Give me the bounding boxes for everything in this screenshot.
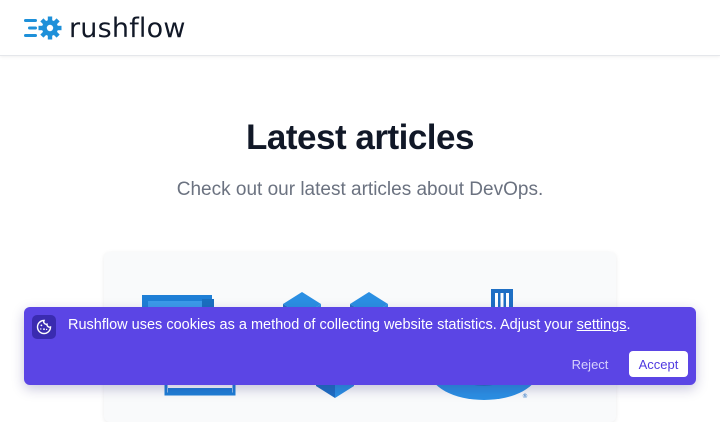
- reject-cookies-button[interactable]: Reject: [564, 352, 616, 376]
- cookie-banner: Rushflow uses cookies as a method of col…: [24, 307, 696, 385]
- brand-logo[interactable]: rushflow: [24, 12, 186, 44]
- svg-text:®: ®: [522, 393, 528, 400]
- gear-speed-icon: [24, 16, 62, 40]
- cookie-settings-link[interactable]: settings: [577, 317, 627, 333]
- site-header: rushflow: [0, 0, 720, 56]
- page-title: Latest articles: [246, 118, 474, 157]
- cookie-message-text: Rushflow uses cookies as a method of col…: [68, 317, 577, 333]
- page-subtitle: Check out our latest articles about DevO…: [176, 179, 544, 200]
- brand-name: rushflow: [69, 12, 186, 44]
- cookie-message-end: .: [626, 317, 631, 333]
- cookie-icon: [32, 315, 56, 339]
- accept-cookies-button[interactable]: Accept: [629, 351, 688, 377]
- cookie-message: Rushflow uses cookies as a method of col…: [68, 317, 631, 333]
